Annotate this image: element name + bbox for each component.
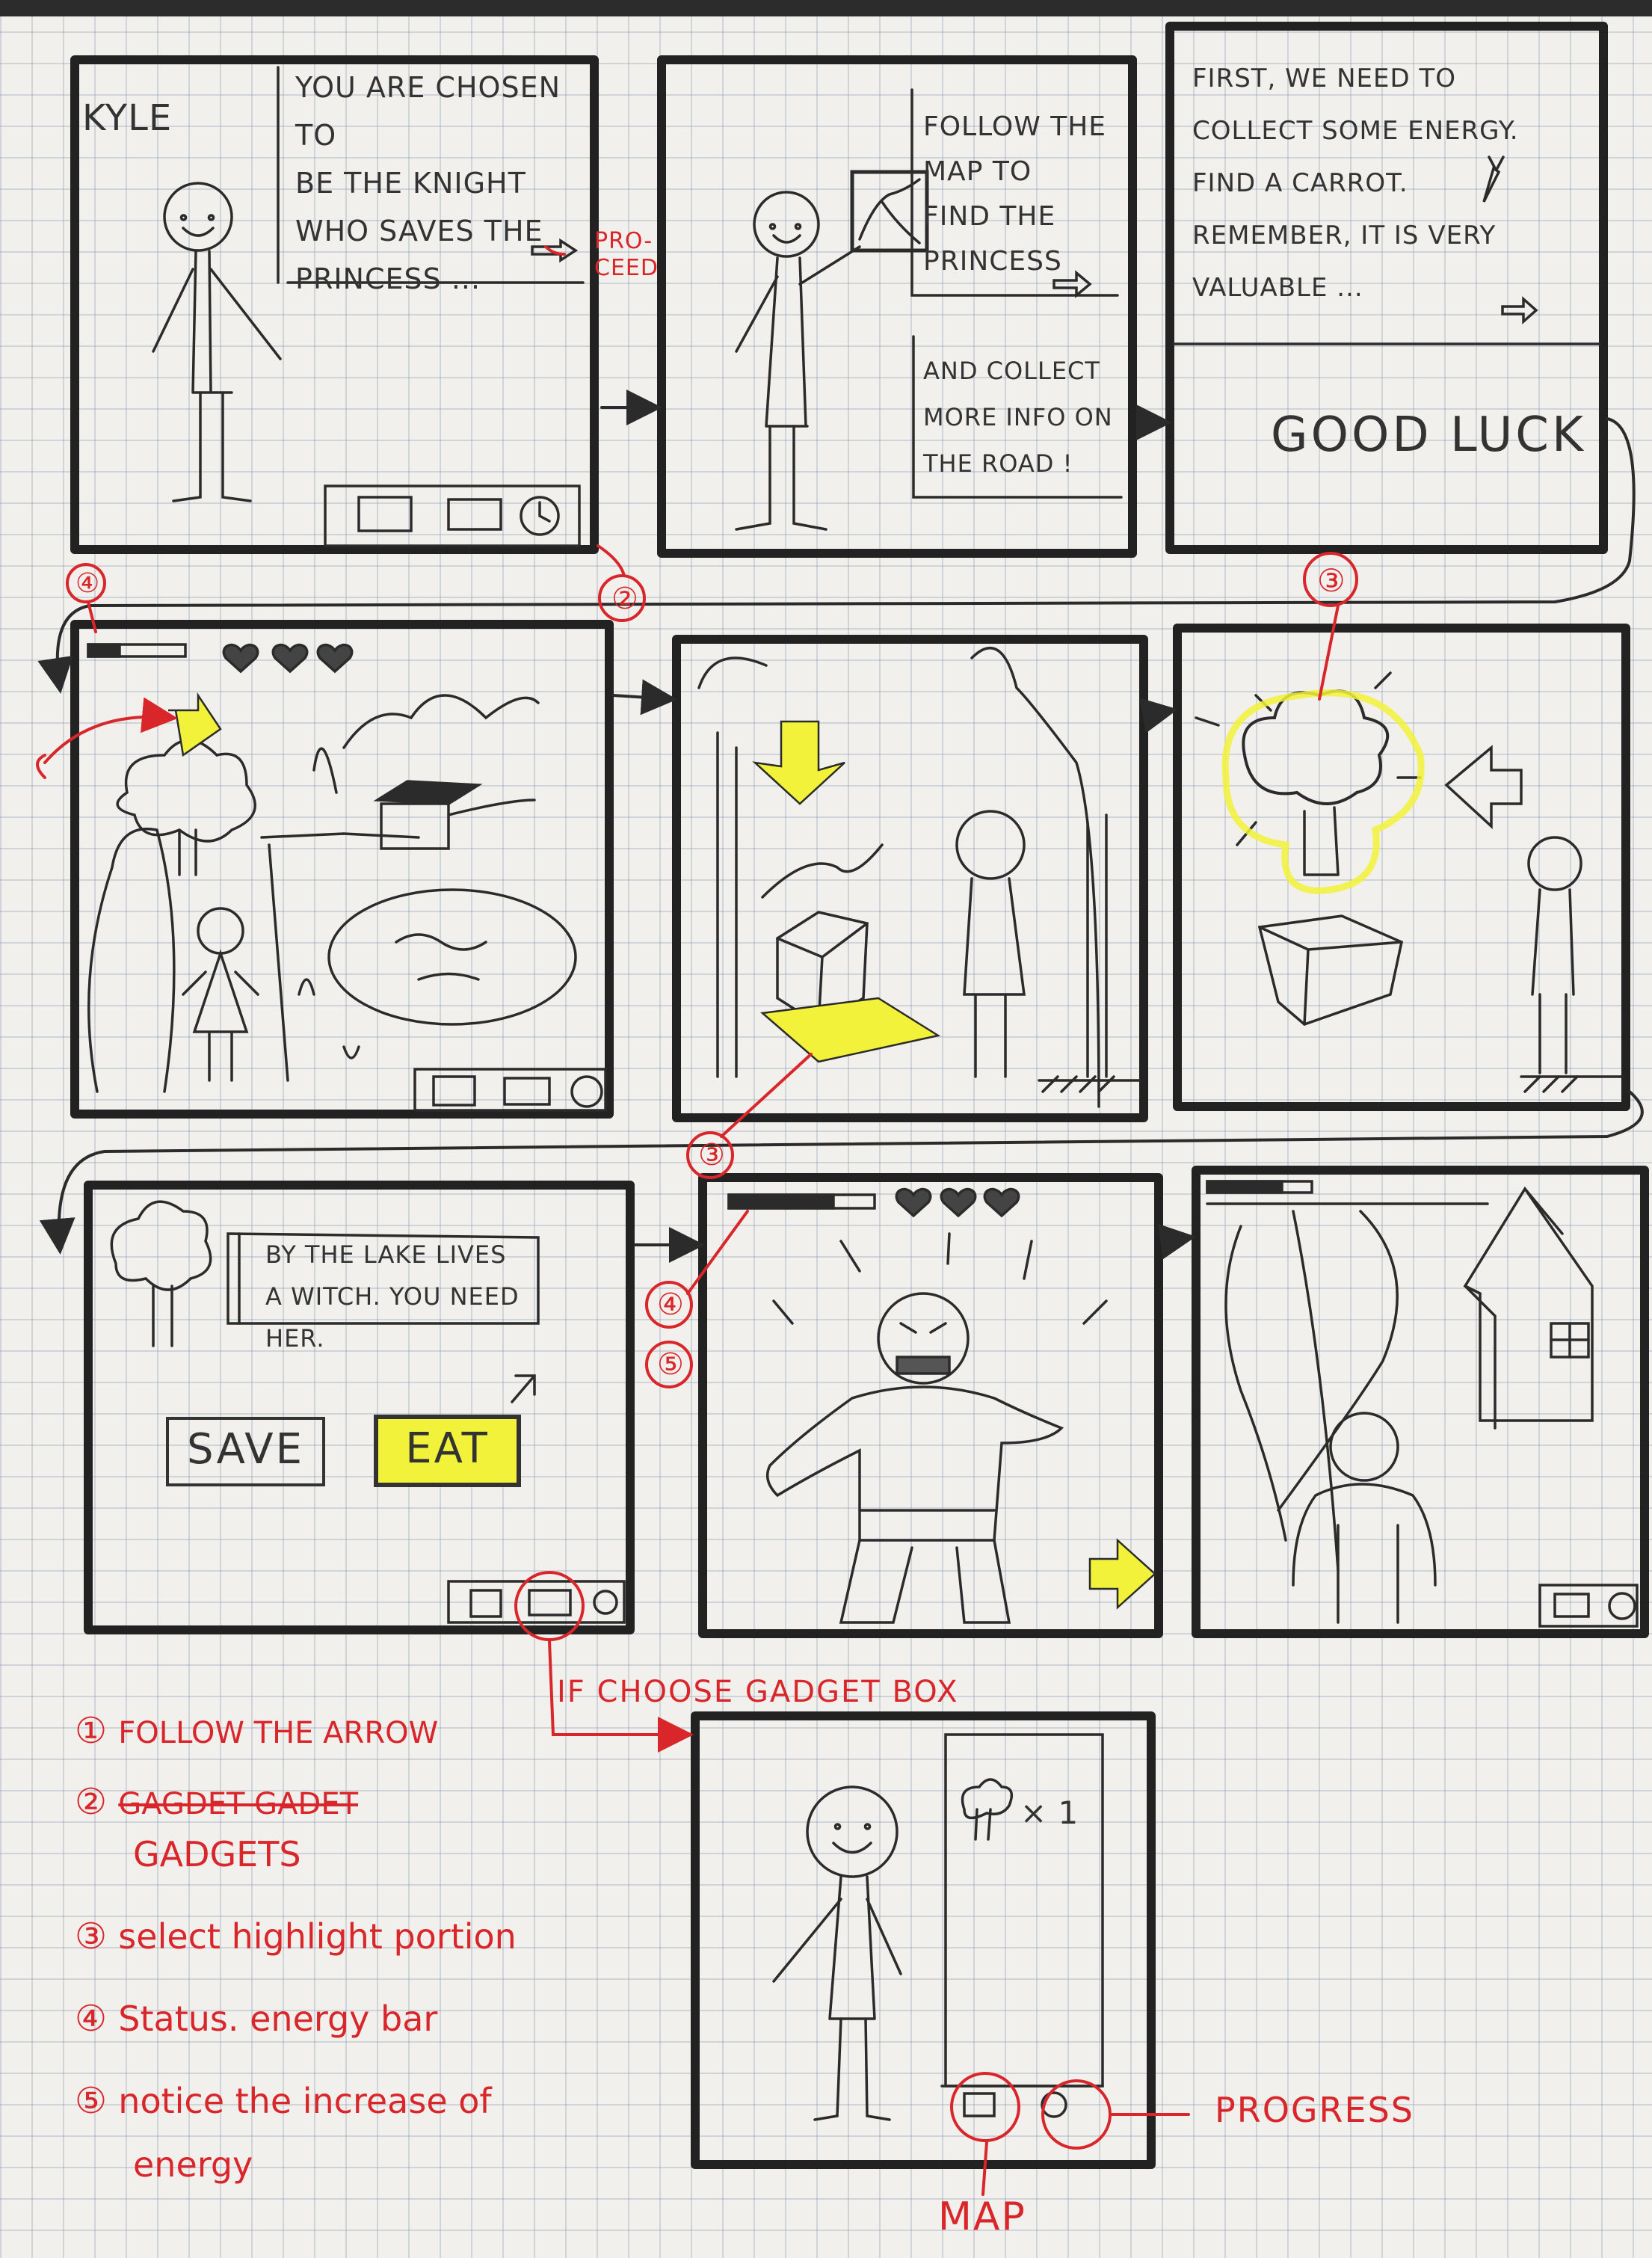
dialog-line: YOU ARE CHOSEN TO (295, 71, 561, 152)
legend-number: ④ (75, 1998, 108, 2040)
dialog-line: MORE INFO ON (923, 403, 1113, 431)
dialog-line: FIND A CARROT. (1192, 168, 1408, 198)
heart-icon (222, 643, 259, 674)
legend: ① FOLLOW THE ARROW ② GAGDET GADET GADGET… (75, 1712, 688, 2236)
legend-number: ③ (75, 1916, 108, 1957)
gadget-box-icon[interactable] (1553, 1593, 1590, 1618)
good-luck-text: GOOD LUCK (1271, 407, 1586, 463)
arrow-down-icon (752, 720, 845, 805)
annotation-label-2: ② (611, 582, 639, 616)
clock-icon[interactable] (593, 1590, 618, 1615)
map-icon[interactable] (357, 496, 413, 532)
legend-text-struck: GAGDET GADET (118, 1787, 359, 1821)
clock-icon[interactable] (1608, 1592, 1636, 1620)
storyboard-page: KYLE YOU ARE CHOSEN TO BE THE KNIGHT WHO… (0, 0, 1652, 2258)
dialog-line: PRINCESS (923, 246, 1062, 277)
if-choose-gadget-box: IF CHOOSE GADGET BOX (557, 1675, 959, 1709)
dialog-line: BE THE KNIGHT (295, 167, 526, 200)
heart-icon (940, 1187, 977, 1218)
legend-text: FOLLOW THE ARROW (118, 1716, 439, 1750)
gadget-box-icon[interactable] (528, 1589, 572, 1616)
legend-number: ⑤ (75, 2080, 108, 2122)
map-label: MAP (938, 2194, 1026, 2239)
panel-9-frame (1192, 1166, 1649, 1638)
panel-10-frame (691, 1711, 1156, 2169)
heart-icon (316, 643, 354, 674)
arrow-left-icon (1444, 745, 1523, 829)
dialog-line: BY THE LAKE LIVES (265, 1240, 507, 1269)
dialog-line: PRINCESS ... (295, 262, 481, 295)
dialog-line: A WITCH. YOU NEED HER. (265, 1282, 520, 1353)
legend-text: notice the increase of (118, 2081, 492, 2121)
progress-label: PROGRESS (1215, 2090, 1414, 2130)
panel-3-dialog: FIRST, WE NEED TO COLLECT SOME ENERGY. F… (1192, 52, 1596, 314)
legend-item-2: ② GAGDET GADET (75, 1783, 358, 1823)
legend-text: select highlight portion (118, 1916, 517, 1957)
house-roof (373, 780, 483, 805)
clock-icon[interactable] (570, 1075, 603, 1108)
inventory-item-count: × 1 (1020, 1794, 1079, 1831)
legend-item-2-sub: GADGETS (133, 1834, 301, 1874)
proceed-note: pro-ceed (594, 228, 659, 281)
highlight-ground (760, 997, 941, 1063)
map-icon[interactable] (963, 2092, 996, 2117)
save-button[interactable]: SAVE (166, 1417, 325, 1486)
legend-item-3: ③ select highlight portion (75, 1918, 517, 1955)
character-name: KYLE (82, 97, 173, 139)
dialog-line: COLLECT SOME ENERGY. (1192, 116, 1519, 146)
panel-5-frame (672, 635, 1148, 1122)
panel-2-dialog-1: FOLLOW THE MAP TO FIND THE PRINCESS (923, 105, 1125, 284)
gadget-box-icon[interactable] (447, 498, 502, 531)
panel-1-dialog: YOU ARE CHOSEN TO BE THE KNIGHT WHO SAVE… (295, 64, 594, 303)
heart-icon (983, 1187, 1020, 1218)
annotation-label-4b: ④ (657, 1288, 685, 1322)
dialog-line: MAP TO (923, 156, 1032, 187)
heart-icon (271, 643, 309, 674)
eat-button[interactable]: EAT (374, 1415, 521, 1487)
panel-2-dialog-2: AND COLLECT MORE INFO ON THE ROAD ! (923, 348, 1125, 487)
dialog-line: REMEMBER, IT IS VERY (1192, 221, 1497, 250)
dialog-line: VALUABLE ... (1192, 273, 1363, 303)
dialog-line: THE ROAD ! (923, 449, 1073, 478)
gadget-box-icon[interactable] (503, 1077, 551, 1106)
map-selected-ring (950, 2072, 1020, 2142)
legend-item-5-sub: energy (133, 2144, 253, 2185)
heart-icon (895, 1187, 932, 1218)
kyle-head (163, 182, 233, 252)
legend-text: Status. energy bar (118, 1999, 438, 2039)
dialog-line: WHO SAVES THE (295, 215, 543, 247)
annotation-label-5: ⑤ (657, 1347, 685, 1382)
arrow-down-icon (168, 692, 222, 757)
panel-7-dialog: BY THE LAKE LIVES A WITCH. YOU NEED HER. (265, 1234, 542, 1359)
annotation-label-3: ③ (1317, 562, 1346, 599)
dialog-line: FOLLOW THE (923, 111, 1107, 142)
legend-item-5: ⑤ notice the increase of (75, 2082, 492, 2120)
map-icon[interactable] (469, 1589, 502, 1618)
annotation-label-3b: ③ (698, 1138, 726, 1172)
dialog-line: FIRST, WE NEED TO (1192, 64, 1456, 93)
map-icon[interactable] (432, 1075, 476, 1107)
legend-number: ① (75, 1710, 108, 1752)
legend-item-1: ① FOLLOW THE ARROW (75, 1712, 438, 1752)
dialog-line: FIND THE (923, 201, 1056, 232)
panel-6-frame (1173, 624, 1630, 1111)
progress-selected-ring (1041, 2079, 1112, 2150)
dialog-line: AND COLLECT (923, 357, 1100, 385)
arrow-right-icon[interactable] (1088, 1538, 1156, 1610)
legend-item-4: ④ Status. energy bar (75, 2000, 437, 2037)
legend-number: ② (75, 1781, 108, 1823)
annotation-label-4: ④ (75, 568, 101, 599)
